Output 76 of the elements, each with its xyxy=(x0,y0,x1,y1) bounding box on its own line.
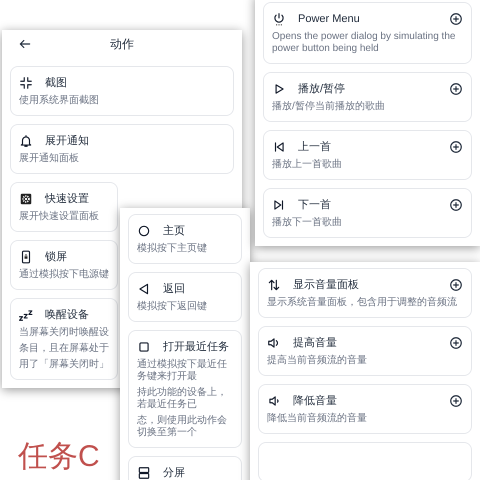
action-description: 显示系统音量面板，包含用于调整的音频流 xyxy=(267,297,458,309)
action-description: 提高当前音频流的音量 xyxy=(267,355,368,367)
action-title: 分屏 xyxy=(163,466,185,480)
compress-icon xyxy=(19,76,33,90)
add-button[interactable] xyxy=(449,140,463,154)
action-title: 下一首 xyxy=(298,198,331,213)
skip-next-icon xyxy=(272,198,286,212)
volume-down-icon xyxy=(267,394,281,408)
action-title: 唤醒设备 xyxy=(45,308,89,323)
task-label: 任务C xyxy=(18,440,100,474)
action-card[interactable]: 下一首 播放下一首歌曲 xyxy=(263,188,472,238)
action-description: 展开通知面板 xyxy=(19,153,80,165)
action-title: Power Menu xyxy=(298,12,360,27)
action-title: 提高音量 xyxy=(293,336,337,351)
back-triangle-icon xyxy=(137,282,151,296)
add-button[interactable] xyxy=(449,82,463,96)
gear-icon xyxy=(19,192,33,206)
action-card[interactable]: 提高音量 提高当前音频流的音量 xyxy=(258,326,472,376)
action-description: 通过模拟按下最近任务键来打开最 xyxy=(137,359,228,383)
action-card[interactable]: 展开通知 展开通知面板 xyxy=(10,124,234,174)
back-icon[interactable] xyxy=(18,37,32,51)
square-icon xyxy=(137,340,151,354)
action-card[interactable]: 播放/暂停 播放/暂停当前播放的歌曲 xyxy=(263,72,472,122)
action-description: 条目，且在屏幕处于 xyxy=(19,343,109,355)
action-description: 模拟按下主页键 xyxy=(137,243,208,255)
phone-lock-icon xyxy=(19,250,33,264)
action-title: 播放/暂停 xyxy=(298,82,346,97)
action-description: 模拟按下返回键 xyxy=(137,301,208,313)
action-description: 播放下一首歌曲 xyxy=(272,217,343,229)
volume-up-icon xyxy=(267,336,281,350)
action-title: 快速设置 xyxy=(45,192,89,207)
action-description: 当屏幕关闭时唤醒设 xyxy=(19,327,109,339)
zzz-icon xyxy=(19,308,33,322)
action-title: 上一首 xyxy=(298,140,331,155)
skip-previous-icon xyxy=(272,140,286,154)
action-card[interactable]: 上一首 播放上一首歌曲 xyxy=(263,130,472,180)
action-title: 锁屏 xyxy=(45,250,67,265)
add-button[interactable] xyxy=(449,198,463,212)
action-description: Opens the power dialog by simulating the power button being held xyxy=(272,31,456,55)
action-card[interactable]: 降低音量 降低当前音频流的音量 xyxy=(258,384,472,434)
action-description: 持此功能的设备上，若最近任务已 xyxy=(137,387,228,411)
action-description: 态，则使用此动作会切换至第一个 xyxy=(137,415,228,439)
action-card[interactable]: 锁屏 通过模拟按下电源键 xyxy=(10,240,118,290)
action-description: 展开快速设置面板 xyxy=(19,211,100,223)
add-button[interactable] xyxy=(449,278,463,292)
action-title: 展开通知 xyxy=(45,134,89,149)
action-card[interactable]: 打开最近任务 通过模拟按下最近任务键来打开最 持此功能的设备上，若最近任务已 态，则使用此动作会切换至第一个 xyxy=(128,330,242,448)
swap-arrows-icon xyxy=(267,278,281,292)
screen-title: 动作 xyxy=(110,36,134,53)
action-description: 用了「屏幕关闭时」 xyxy=(19,359,109,371)
bell-icon xyxy=(19,134,33,148)
action-title: 打开最近任务 xyxy=(163,340,229,355)
action-card[interactable]: 返回 模拟按下返回键 xyxy=(128,272,242,322)
circle-icon xyxy=(137,224,151,238)
action-title: 显示音量面板 xyxy=(293,278,359,293)
action-title: 主页 xyxy=(163,224,185,239)
add-button[interactable] xyxy=(449,336,463,350)
action-card[interactable]: 主页 模拟按下主页键 xyxy=(128,214,242,264)
action-card[interactable]: Power Menu Opens the power dialog by simulating the power button being held xyxy=(263,2,472,64)
action-description: 通过模拟按下电源键 xyxy=(19,269,109,281)
add-button[interactable] xyxy=(449,394,463,408)
split-screen-icon xyxy=(137,466,151,480)
action-description: 播放/暂停当前播放的歌曲 xyxy=(272,101,386,113)
add-button[interactable] xyxy=(449,12,463,26)
action-title: 截图 xyxy=(45,76,67,91)
action-title: 返回 xyxy=(163,282,185,297)
action-card[interactable]: 显示音量面板 显示系统音量面板，包含用于调整的音频流 xyxy=(258,268,472,318)
action-card[interactable]: 唤醒设备 当屏幕关闭时唤醒设 条目，且在屏幕处于 用了「屏幕关闭时」 xyxy=(10,298,118,380)
action-description: 使用系统界面截图 xyxy=(19,95,100,107)
action-card[interactable]: 分屏 xyxy=(128,456,242,480)
action-description: 降低当前音频流的音量 xyxy=(267,413,368,425)
action-card[interactable]: 快速设置 展开快速设置面板 xyxy=(10,182,118,232)
action-description: 播放上一首歌曲 xyxy=(272,159,343,171)
action-card[interactable]: 截图 使用系统界面截图 xyxy=(10,66,234,116)
action-title: 降低音量 xyxy=(293,394,337,409)
power-icon xyxy=(272,12,286,26)
